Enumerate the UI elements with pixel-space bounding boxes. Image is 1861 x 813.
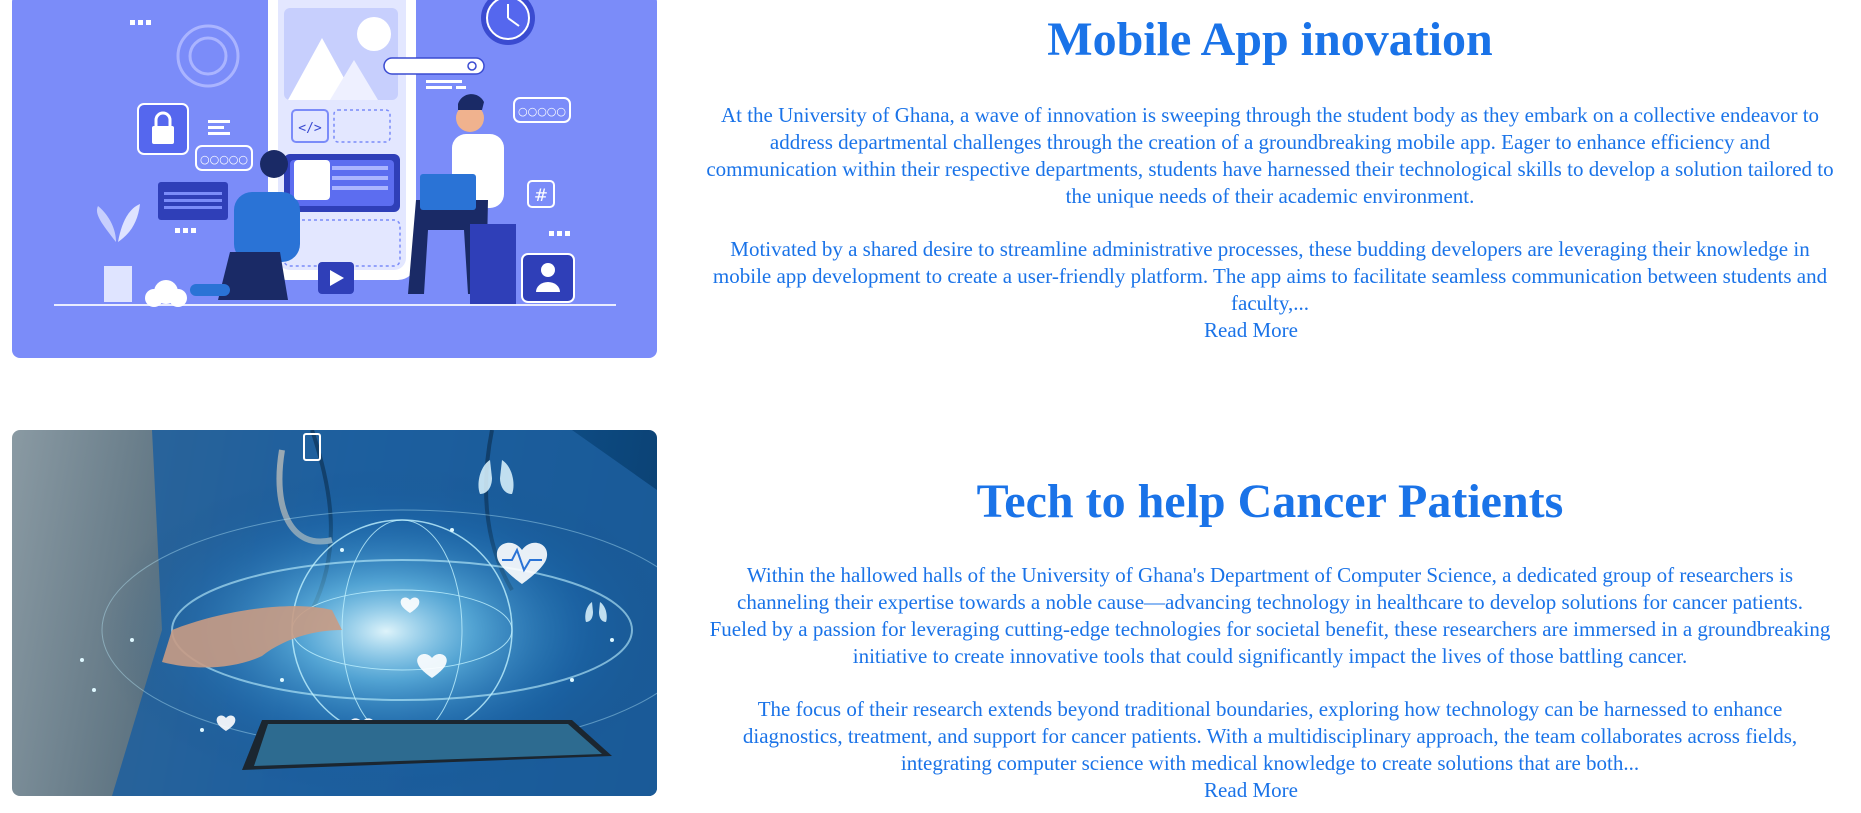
hashtag-icon: #: [527, 180, 555, 208]
read-more-link[interactable]: Read More: [662, 317, 1840, 344]
person-with-laptop: [408, 94, 516, 304]
user-profile-icon: [521, 253, 575, 303]
article-text: Mobile App inovation At the University o…: [700, 8, 1840, 344]
mobile-app-illustration[interactable]: </> ○○○○○ ○○○○○ #: [12, 0, 657, 358]
chat-bubble-icon: ○○○○○: [513, 97, 571, 123]
article-paragraph: Motivated by a shared desire to streamli…: [712, 237, 1828, 315]
cloud-decoration: [145, 280, 187, 307]
plant-decoration: [96, 204, 140, 302]
article-card: Tech to help Cancer Patients Within the …: [0, 430, 1861, 813]
gear-icon: [176, 24, 240, 88]
article-paragraph: Within the hallowed halls of the Univers…: [709, 563, 1831, 668]
article-text: Tech to help Cancer Patients Within the …: [700, 470, 1840, 804]
search-bar-graphic: [383, 57, 485, 75]
article-paragraph: The focus of their research extends beyo…: [742, 697, 1798, 775]
app-dev-illustration-svg: </> ○○○○○ ○○○○○ #: [54, 0, 616, 307]
cancer-tech-photo[interactable]: [12, 430, 657, 796]
code-window-graphic: [158, 182, 228, 220]
article-paragraph: At the University of Ghana, a wave of in…: [706, 103, 1834, 208]
read-more-link[interactable]: Read More: [662, 777, 1840, 804]
play-icon: [318, 262, 354, 294]
lock-icon: [137, 103, 189, 155]
clock-icon: [481, 0, 535, 45]
svg-text:○○○○○: ○○○○○: [518, 105, 566, 118]
article-title: Tech to help Cancer Patients: [976, 475, 1564, 528]
medical-hologram-svg: [12, 430, 657, 796]
article-card: </> ○○○○○ ○○○○○ # Mobile App inovation A…: [0, 0, 1861, 360]
chat-bubble-icon: ○○○○○: [195, 145, 253, 171]
article-title: Mobile App inovation: [1047, 13, 1493, 66]
svg-text:○○○○○: ○○○○○: [200, 153, 248, 166]
svg-text:</>: </>: [298, 121, 322, 136]
svg-text:#: #: [534, 186, 548, 206]
